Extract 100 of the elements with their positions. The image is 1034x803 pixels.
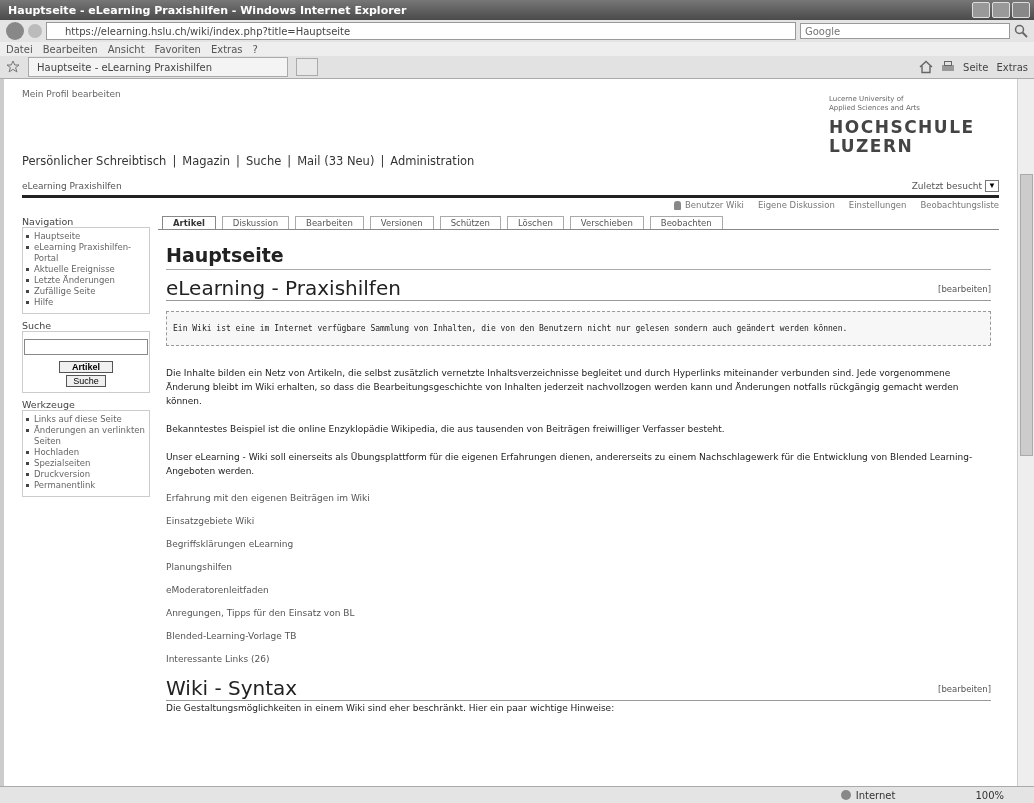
maximize-button[interactable] — [992, 2, 1010, 18]
bullet-icon — [26, 418, 29, 421]
bullet-icon — [26, 429, 29, 432]
paragraph: Die Gestaltungsmöglichkeiten in einem Wiki sind eher beschränkt. Hier ein paar wichtige Hinweise: — [166, 702, 616, 715]
bullet-icon — [26, 268, 29, 271]
menu-item[interactable]: Favoriten — [154, 43, 201, 55]
article-link[interactable]: Erfahrung mit den eigenen Beiträgen im Wiki — [166, 493, 370, 503]
search-button[interactable]: Suche — [66, 375, 106, 387]
article-link[interactable]: Blended-Learning-Vorlage TB — [166, 631, 297, 641]
article-link[interactable]: Einsatzgebiete Wiki — [166, 516, 255, 526]
browser-tab[interactable]: Hauptseite - eLearning Praxishilfen — [28, 57, 288, 77]
bullet-icon — [26, 451, 29, 454]
user-link[interactable]: Eigene Diskussion — [757, 200, 835, 210]
bullet-icon — [26, 246, 29, 249]
zoom-level[interactable]: 100% — [975, 789, 1004, 801]
user-link[interactable]: Beobachtungsliste — [920, 200, 999, 210]
toolbar-button[interactable]: Seite — [963, 61, 989, 73]
close-button[interactable] — [1012, 2, 1030, 18]
bullet-icon — [26, 279, 29, 282]
breadcrumb[interactable]: eLearning Praxishilfen — [22, 181, 122, 191]
nav-link[interactable]: Mail (33 Neu) — [297, 154, 375, 168]
profile-link[interactable]: Mein Profil bearbeiten — [22, 89, 475, 99]
search-input[interactable] — [24, 339, 148, 355]
preformatted-text: Ein Wiki ist eine im Internet verfügbare Sammlung von Inhalten, die von den Benutzern nicht nur gelesen sondern auch geändert werden können. — [166, 311, 991, 346]
article-link[interactable]: Planungshilfen — [166, 562, 233, 572]
recent-label: Zuletzt besucht — [911, 181, 983, 191]
paragraph: Bekanntestes Beispiel ist die online Enzyklopädie Wikipedia, die aus tausenden von Beiträgen freiwilliger Verfasser besteht. — [166, 423, 726, 436]
sidebar-link[interactable]: Hilfe — [34, 297, 54, 308]
printer-icon[interactable] — [941, 60, 956, 74]
scrollbar[interactable] — [1017, 79, 1034, 786]
new-tab-button[interactable] — [296, 58, 318, 76]
page-title: Hauptseite — [166, 244, 991, 270]
bullet-icon — [26, 462, 29, 465]
edit-link[interactable]: [bearbeiten] — [938, 684, 991, 694]
separator: | — [236, 154, 240, 168]
paragraph: Unser eLearning - Wiki soll einerseits als Übungsplattform für die eigenen Erfahrungen dienen, andererseits zu einem Nachschlagewerk für die Entwicklung von Blended Learning-Angeboten werden. — [166, 451, 974, 478]
page-tab[interactable]: Artikel — [162, 216, 216, 229]
section-heading: Wiki - Syntax — [166, 676, 298, 700]
menu-item[interactable]: Extras — [210, 43, 243, 55]
address-field[interactable]: https://elearning.hslu.ch/wiki/index.php?title=Hauptseite — [46, 22, 796, 40]
separator: | — [287, 154, 292, 168]
page-tab[interactable]: Versionen — [369, 216, 434, 229]
bullet-icon — [26, 235, 29, 238]
star-icon[interactable] — [6, 60, 20, 74]
page-tab[interactable]: Beobachten — [649, 216, 723, 229]
menu-item[interactable]: Ansicht — [107, 43, 145, 55]
menu-item[interactable]: Bearbeiten — [42, 43, 98, 55]
search-field[interactable]: Google — [800, 23, 1010, 39]
page-tab[interactable]: Schützen — [439, 216, 501, 229]
article-link[interactable]: eModeratorenleitfaden — [166, 585, 269, 595]
menu-item[interactable]: ? — [252, 43, 258, 55]
sidebar-link[interactable]: Druckversion — [34, 469, 91, 480]
home-icon[interactable] — [919, 60, 934, 74]
nav-link[interactable]: Suche — [245, 154, 282, 168]
sidebar-heading: Navigation — [22, 216, 75, 227]
nav-link[interactable]: Magazin — [182, 154, 231, 168]
recent-dropdown-button[interactable]: ▼ — [985, 180, 999, 192]
sidebar-link[interactable]: Änderungen an verlinkten Seiten — [34, 425, 146, 447]
sidebar-link[interactable]: Spezialseiten — [34, 458, 91, 469]
bullet-icon — [26, 473, 29, 476]
separator: | — [380, 154, 385, 168]
sidebar-link[interactable]: Links auf diese Seite — [34, 414, 122, 425]
menu-item[interactable]: Datei — [6, 43, 33, 55]
minimize-button[interactable] — [972, 2, 990, 18]
back-button[interactable] — [6, 22, 24, 40]
sidebar-link[interactable]: Hochladen — [34, 447, 80, 458]
toolbar-button[interactable]: Extras — [996, 61, 1028, 73]
article-link[interactable]: Anregungen, Tipps für den Einsatz von BL — [166, 608, 355, 618]
user-link[interactable]: Einstellungen — [848, 200, 907, 210]
sidebar-link[interactable]: Zufällige Seite — [34, 286, 96, 297]
paragraph: Die Inhalte bilden ein Netz von Artikeln, die selbst zusätzlich vernetzte Inhaltsverzeichnisse begleitet und durch Hyperlinks miteinander verbunden sind. Jede vorgenommene Änderung bleibt im Wiki erhalten, so dass die Bearbeitungsgeschichte von Inhalten jederzeit nachvollzogen werden kann und Änderungen notfalls rückgängig gemacht werden können. — [166, 367, 960, 408]
sidebar-link[interactable]: Aktuelle Ereignisse — [34, 264, 115, 275]
search-icon[interactable] — [1014, 24, 1028, 38]
page-tab[interactable]: Löschen — [506, 216, 564, 229]
sidebar-link[interactable]: eLearning Praxishilfen-Portal — [34, 242, 146, 264]
nav-link[interactable]: Administration — [390, 154, 475, 168]
article-link[interactable]: Interessante Links (26) — [166, 654, 270, 664]
sidebar-heading: Werkzeuge — [22, 399, 76, 410]
edit-link[interactable]: [bearbeiten] — [938, 284, 991, 294]
search-button[interactable]: Artikel — [59, 361, 113, 373]
zone-status: Internet — [839, 789, 896, 801]
bullet-icon — [26, 484, 29, 487]
page-tab[interactable]: Diskussion — [221, 216, 290, 229]
separator: | — [172, 154, 177, 168]
sidebar-link[interactable]: Permanentlink — [34, 480, 96, 491]
user-icon — [674, 200, 681, 210]
forward-button[interactable] — [28, 24, 42, 38]
section-heading: eLearning - Praxishilfen — [166, 276, 401, 300]
sidebar-link[interactable]: Letzte Änderungen — [34, 275, 115, 286]
globe-icon — [839, 789, 852, 801]
sidebar-link[interactable]: Hauptseite — [34, 231, 81, 242]
article-link[interactable]: Begriffsklärungen eLearning — [166, 539, 294, 549]
user-link[interactable]: Benutzer Wiki — [685, 200, 744, 210]
sidebar-heading: Suche — [22, 320, 53, 331]
bullet-icon — [26, 301, 29, 304]
window-title: Hauptseite - eLearning Praxishilfen - Windows Internet Explorer — [8, 3, 407, 17]
page-tab[interactable]: Verschieben — [569, 216, 644, 229]
nav-link[interactable]: Persönlicher Schreibtisch — [22, 154, 167, 168]
bullet-icon — [26, 290, 29, 293]
page-tab[interactable]: Bearbeiten — [295, 216, 364, 229]
